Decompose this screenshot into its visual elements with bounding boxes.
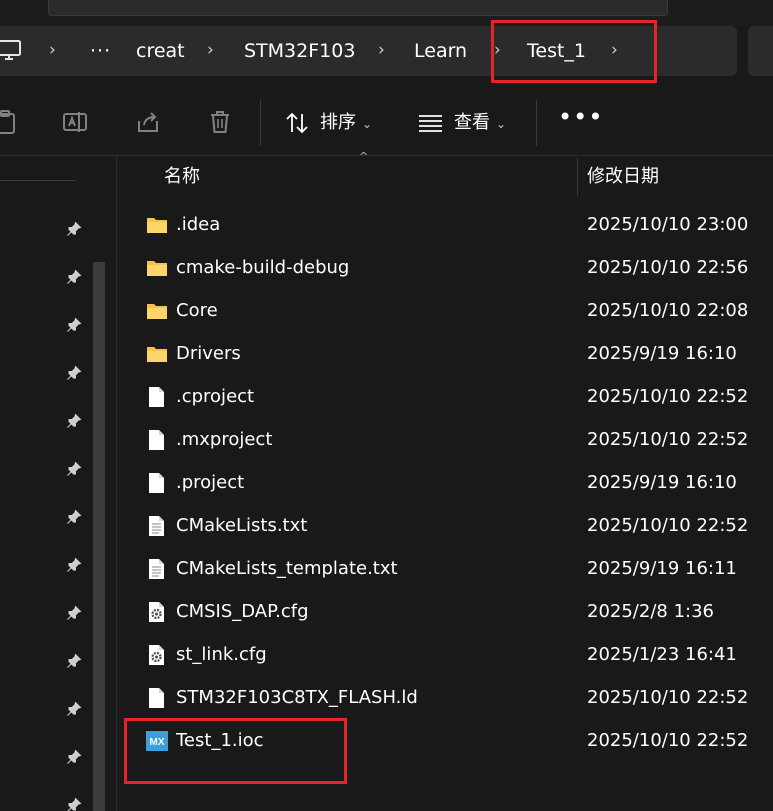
file-row[interactable]: Core 2025/10/10 22:08: [117, 289, 773, 332]
pin-icon[interactable]: [66, 221, 82, 237]
breadcrumb-item-stm32f103[interactable]: STM32F103: [244, 26, 355, 76]
file-name: st_link.cfg: [176, 644, 267, 665]
text-file-icon: [146, 515, 168, 537]
file-name: CMakeLists.txt: [176, 515, 308, 536]
file-date-modified: 2025/10/10 23:00: [587, 214, 749, 235]
pin-icon[interactable]: [66, 317, 82, 333]
file-date-modified: 2025/9/19 16:10: [587, 343, 737, 364]
file-row[interactable]: CMakeLists.txt 2025/10/10 22:52: [117, 504, 773, 547]
file-name: CMakeLists_template.txt: [176, 558, 398, 579]
toolbar-divider: [536, 100, 537, 146]
file-row[interactable]: .project 2025/9/19 16:10: [117, 461, 773, 504]
pin-icon[interactable]: [66, 509, 82, 525]
nav-scrollbar[interactable]: [93, 262, 105, 811]
folder-icon: [146, 300, 168, 322]
file-name: STM32F103C8TX_FLASH.ld: [176, 687, 418, 708]
column-resize-handle[interactable]: [577, 158, 578, 196]
pin-icon[interactable]: [66, 701, 82, 717]
search-box[interactable]: [748, 26, 773, 76]
file-date-modified: 2025/2/8 1:36: [587, 601, 714, 622]
file-row[interactable]: st_link.cfg 2025/1/23 16:41: [117, 633, 773, 676]
file-date-modified: 2025/10/10 22:52: [587, 515, 749, 536]
highlight-annotation-ioc-file: [124, 718, 347, 784]
breadcrumb-item-learn[interactable]: Learn: [414, 26, 467, 76]
file-date-modified: 2025/10/10 22:52: [587, 429, 749, 450]
pin-icon[interactable]: [66, 365, 82, 381]
chevron-right-icon[interactable]: ›: [378, 26, 385, 76]
pin-icon[interactable]: [66, 461, 82, 477]
toolbar-divider: [260, 100, 261, 146]
command-bar: [0, 88, 773, 158]
highlight-annotation-breadcrumb: [491, 20, 657, 83]
config-file-icon: [146, 601, 168, 623]
file-row[interactable]: .cproject 2025/10/10 22:52: [117, 375, 773, 418]
pin-icon[interactable]: [66, 269, 82, 285]
folder-icon: [146, 214, 168, 236]
pin-icon[interactable]: [66, 605, 82, 621]
file-name: Drivers: [176, 343, 241, 364]
folder-icon: [146, 343, 168, 365]
file-icon: [146, 429, 168, 451]
this-pc-icon[interactable]: [0, 38, 24, 62]
file-name: .idea: [176, 214, 221, 235]
file-name: .project: [176, 472, 245, 493]
file-name: CMSIS_DAP.cfg: [176, 601, 309, 622]
view-icon[interactable]: [418, 112, 444, 134]
file-date-modified: 2025/9/19 16:10: [587, 472, 737, 493]
pin-icon[interactable]: [66, 413, 82, 429]
sort-icon[interactable]: [284, 110, 310, 136]
file-row[interactable]: .mxproject 2025/10/10 22:52: [117, 418, 773, 461]
chevron-down-icon: ⌄: [362, 117, 373, 131]
nav-divider: [0, 180, 76, 181]
file-name: cmake-build-debug: [176, 257, 350, 278]
pin-icon[interactable]: [66, 797, 82, 811]
file-date-modified: 2025/1/23 16:41: [587, 644, 737, 665]
file-row[interactable]: Drivers 2025/9/19 16:10: [117, 332, 773, 375]
file-name: .cproject: [176, 386, 255, 407]
rename-icon[interactable]: [62, 109, 88, 135]
search-box-edge[interactable]: [48, 0, 668, 16]
file-row[interactable]: .idea 2025/10/10 23:00: [117, 203, 773, 246]
file-date-modified: 2025/10/10 22:52: [587, 730, 749, 751]
folder-icon: [146, 257, 168, 279]
sort-label: 排序: [320, 112, 356, 133]
column-header-name[interactable]: 名称: [164, 158, 200, 196]
chevron-right-icon[interactable]: ›: [49, 26, 56, 76]
file-name: Core: [176, 300, 218, 321]
sort-ascending-icon: ^: [359, 150, 369, 163]
breadcrumb-item-creat[interactable]: creat: [136, 26, 185, 76]
chevron-down-icon: ⌄: [496, 117, 507, 131]
file-date-modified: 2025/10/10 22:08: [587, 300, 749, 321]
view-label: 查看: [454, 112, 490, 133]
delete-icon[interactable]: [207, 109, 233, 135]
more-options-button[interactable]: •••: [558, 103, 603, 131]
file-date-modified: 2025/10/10 22:52: [587, 386, 749, 407]
file-icon: [146, 386, 168, 408]
file-row[interactable]: CMakeLists_template.txt 2025/9/19 16:11: [117, 547, 773, 590]
file-row[interactable]: cmake-build-debug 2025/10/10 22:56: [117, 246, 773, 289]
file-row[interactable]: CMSIS_DAP.cfg 2025/2/8 1:36: [117, 590, 773, 633]
pin-icon[interactable]: [66, 749, 82, 765]
file-name: .mxproject: [176, 429, 273, 450]
config-file-icon: [146, 644, 168, 666]
title-strip: [0, 0, 773, 26]
file-icon: [146, 687, 168, 709]
file-row[interactable]: STM32F103C8TX_FLASH.ld 2025/10/10 22:52: [117, 676, 773, 719]
file-date-modified: 2025/10/10 22:56: [587, 257, 749, 278]
pin-icon[interactable]: [66, 557, 82, 573]
file-list: .idea 2025/10/10 23:00 cmake-build-debug 20…: [117, 203, 773, 762]
column-header-date-modified[interactable]: 修改日期: [587, 158, 659, 196]
share-icon[interactable]: [135, 109, 161, 135]
view-button[interactable]: 查看 ⌄: [454, 105, 506, 141]
file-date-modified: 2025/9/19 16:11: [587, 558, 737, 579]
file-date-modified: 2025/10/10 22:52: [587, 687, 749, 708]
paste-icon[interactable]: [0, 109, 26, 135]
pin-icon[interactable]: [66, 653, 82, 669]
breadcrumb-overflow[interactable]: ···: [90, 26, 111, 76]
file-icon: [146, 472, 168, 494]
sort-button[interactable]: 排序 ⌄: [320, 105, 372, 141]
chevron-right-icon[interactable]: ›: [207, 26, 214, 76]
text-file-icon: [146, 558, 168, 580]
